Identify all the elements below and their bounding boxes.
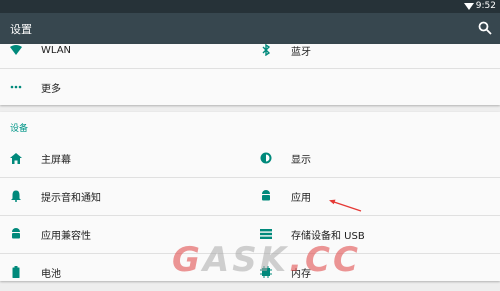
settings-item-label: 提示音和通知 [41, 192, 101, 204]
android-icon [260, 190, 272, 202]
settings-item-label: 电池 [41, 268, 61, 280]
bell-icon [10, 190, 22, 202]
status-time: 9:52 [475, 1, 496, 11]
home-icon [10, 152, 22, 164]
settings-item-label: 更多 [41, 83, 61, 95]
watermark: GASK.CC [172, 240, 361, 280]
status-bar: 9:52 [0, 0, 500, 13]
annotation-arrow [329, 199, 362, 212]
settings-item-more[interactable]: 更多 [0, 68, 250, 106]
bluetooth-icon [260, 44, 272, 56]
settings-item-label: 蓝牙 [291, 46, 311, 58]
settings-item-home-screen[interactable]: 主屏幕 [0, 139, 250, 177]
settings-item-apps[interactable]: 应用 [250, 177, 500, 215]
settings-item-label: WLAN [41, 44, 72, 56]
settings-item-bluetooth[interactable]: 蓝牙 [250, 31, 500, 69]
section-title-device: 设备 [10, 124, 29, 134]
wifi-icon [10, 44, 22, 56]
watermark-part: ASK [202, 240, 290, 280]
brightness-icon [260, 152, 272, 164]
watermark-part: .CC [289, 240, 361, 280]
android-icon [10, 228, 22, 240]
settings-item-display[interactable]: 显示 [250, 139, 500, 177]
settings-item-wlan[interactable]: WLAN [0, 31, 250, 69]
settings-item-label: 主屏幕 [41, 154, 71, 166]
settings-item-label: 应用 [291, 192, 311, 204]
battery-icon [10, 266, 22, 278]
more-icon [10, 81, 22, 93]
settings-item-label: 应用兼容性 [41, 230, 91, 242]
wifi-signal-icon [464, 3, 474, 10]
settings-item-label: 显示 [291, 154, 311, 166]
wireless-networks-card: WLAN 蓝牙 更多 [0, 44, 500, 105]
watermark-part: G [172, 240, 203, 280]
settings-item-sound-notification[interactable]: 提示音和通知 [0, 177, 250, 215]
storage-icon [260, 228, 272, 240]
